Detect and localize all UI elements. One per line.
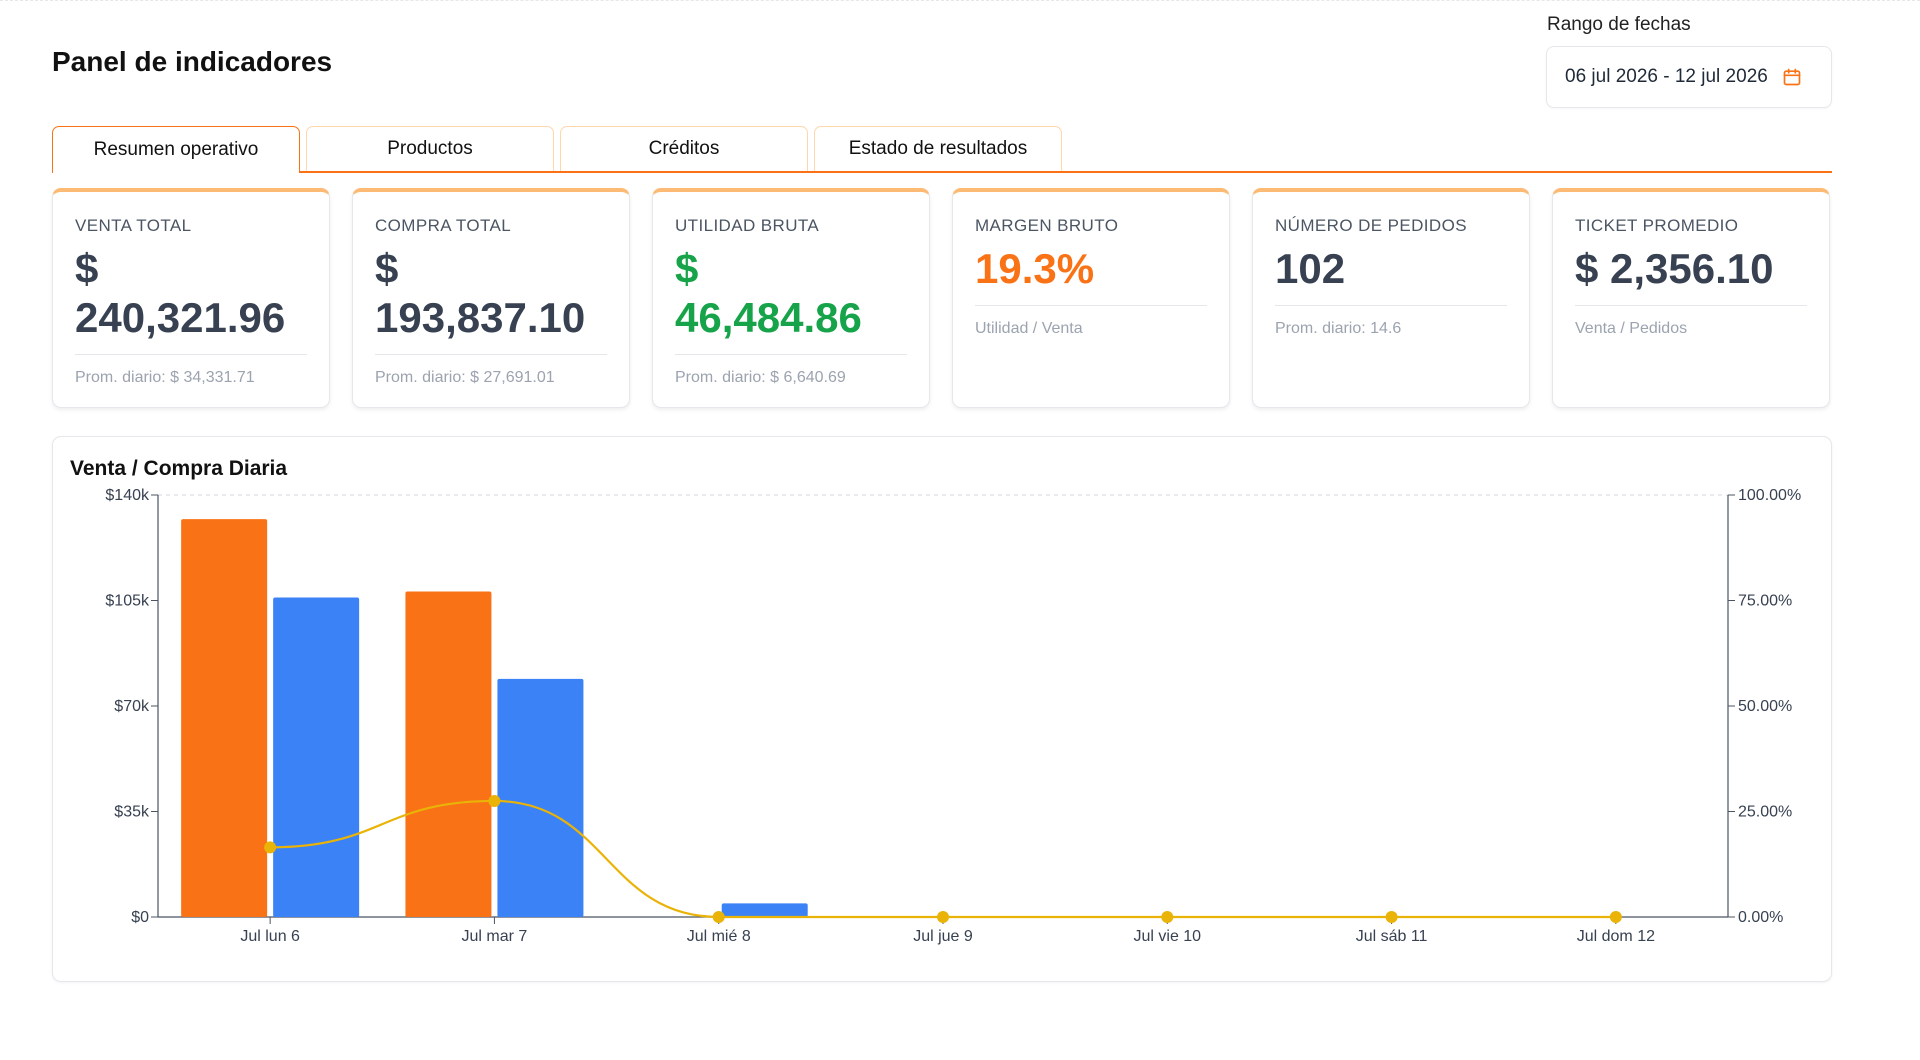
kpi-card-ticket-promedio: TICKET PROMEDIO $ 2,356.10 Venta / Pedid…	[1552, 188, 1830, 408]
tab-productos[interactable]: Productos	[306, 126, 554, 171]
date-range-picker[interactable]: 06 jul 2026 - 12 jul 2026	[1546, 46, 1832, 108]
daily-sales-chart-card: Venta / Compra Diaria $0 $35k $70k $105k $14…	[52, 436, 1832, 982]
kpi-subtext: Prom. diario: $ 27,691.01	[375, 369, 555, 386]
kpi-subtext: Prom. diario: 14.6	[1275, 320, 1402, 337]
kpi-value-amount: 46,484.86	[675, 294, 862, 341]
kpi-divider	[1575, 305, 1807, 306]
right-y-tick-label: 0.00%	[1738, 909, 1783, 926]
kpi-label: UTILIDAD BRUTA	[675, 216, 820, 235]
kpi-subtext: Prom. diario: $ 6,640.69	[675, 369, 846, 386]
venta-bar	[181, 519, 268, 917]
x-tick-label: Jul mié 8	[687, 928, 751, 945]
tab-estado-de-resultados[interactable]: Estado de resultados	[814, 126, 1062, 171]
venta-bar	[405, 591, 492, 917]
kpi-subtext: Utilidad / Venta	[975, 320, 1083, 337]
kpi-divider	[75, 354, 307, 355]
kpi-divider	[375, 354, 607, 355]
kpi-card-margen-bruto: MARGEN BRUTO 19.3% Utilidad / Venta	[952, 188, 1230, 408]
kpi-value-currency: $	[75, 245, 99, 292]
kpi-value-currency: $	[375, 245, 399, 292]
kpi-divider	[1275, 305, 1507, 306]
x-tick-label: Jul jue 9	[913, 928, 973, 945]
left-y-tick-label: $70k	[114, 698, 150, 715]
kpi-value: 102	[1275, 245, 1346, 292]
kpi-card-compra-total: COMPRA TOTAL $ 193,837.10 Prom. diario: …	[352, 188, 630, 408]
margin-point	[712, 911, 725, 923]
kpi-value-amount: 193,837.10	[375, 294, 586, 341]
margin-point	[1161, 911, 1174, 923]
kpi-card-utilidad-bruta: UTILIDAD BRUTA $ 46,484.86 Prom. diario:…	[652, 188, 930, 408]
calendar-icon	[1783, 68, 1801, 86]
x-tick-label: Jul sáb 11	[1356, 928, 1428, 945]
x-tick-label: Jul vie 10	[1133, 928, 1201, 945]
tab-bar: Resumen operativo Productos Créditos Est…	[52, 126, 1832, 173]
compra-bar	[721, 903, 808, 917]
margin-point	[1609, 911, 1622, 923]
kpi-divider	[675, 354, 907, 355]
kpi-label: COMPRA TOTAL	[375, 216, 512, 235]
date-range-filter: Rango de fechas 06 jul 2026 - 12 jul 202…	[1546, 14, 1832, 108]
right-y-tick-label: 50.00%	[1738, 698, 1792, 715]
right-y-tick-label: 75.00%	[1738, 593, 1792, 610]
kpi-row: VENTA TOTAL $ 240,321.96 Prom. diario: $…	[52, 188, 1832, 408]
daily-sales-chart: $0 $35k $70k $105k $140k 0.00% 25.00% 50.00% 75.…	[105, 487, 1801, 945]
kpi-label: NÚMERO DE PEDIDOS	[1275, 216, 1467, 235]
compra-bar	[497, 678, 584, 917]
kpi-card-venta-total: VENTA TOTAL $ 240,321.96 Prom. diario: $…	[52, 188, 330, 408]
x-tick-label: Jul dom 12	[1577, 928, 1655, 945]
kpi-subtext: Prom. diario: $ 34,331.71	[75, 369, 255, 386]
kpi-value: $ 240,321.96	[75, 244, 307, 342]
right-y-tick-label: 25.00%	[1738, 804, 1792, 821]
kpi-value: $ 2,356.10	[1575, 245, 1774, 292]
margin-point	[264, 841, 277, 854]
compra-bar	[273, 597, 360, 917]
right-y-tick-label: 100.00%	[1738, 487, 1801, 504]
tab-resumen-operativo[interactable]: Resumen operativo	[52, 126, 300, 173]
tab-creditos[interactable]: Créditos	[560, 126, 808, 171]
kpi-label: VENTA TOTAL	[75, 216, 192, 235]
date-range-value: 06 jul 2026 - 12 jul 2026	[1565, 66, 1768, 87]
date-range-label: Rango de fechas	[1547, 14, 1691, 35]
page-title: Panel de indicadores	[52, 46, 333, 77]
kpi-divider	[975, 305, 1207, 306]
left-y-tick-label: $105k	[105, 593, 150, 610]
margin-point	[1385, 911, 1398, 923]
margin-point	[488, 794, 501, 807]
kpi-label: TICKET PROMEDIO	[1575, 216, 1739, 235]
kpi-label: MARGEN BRUTO	[975, 216, 1119, 235]
kpi-value-currency: $	[675, 245, 699, 292]
left-y-tick-label: $0	[131, 909, 149, 926]
left-y-tick-label: $140k	[105, 487, 150, 504]
x-tick-label: Jul mar 7	[462, 928, 528, 945]
x-tick-label: Jul lun 6	[240, 928, 300, 945]
left-y-tick-label: $35k	[114, 804, 150, 821]
kpi-value: 19.3%	[975, 245, 1095, 292]
margin-point	[937, 911, 949, 923]
kpi-subtext: Venta / Pedidos	[1575, 320, 1688, 337]
kpi-value: $ 46,484.86	[675, 244, 907, 342]
kpi-value: $ 193,837.10	[375, 244, 607, 342]
kpi-card-numero-de-pedidos: NÚMERO DE PEDIDOS 102 Prom. diario: 14.6	[1252, 188, 1530, 408]
top-divider	[0, 0, 1920, 1]
kpi-value-amount: 240,321.96	[75, 294, 286, 341]
